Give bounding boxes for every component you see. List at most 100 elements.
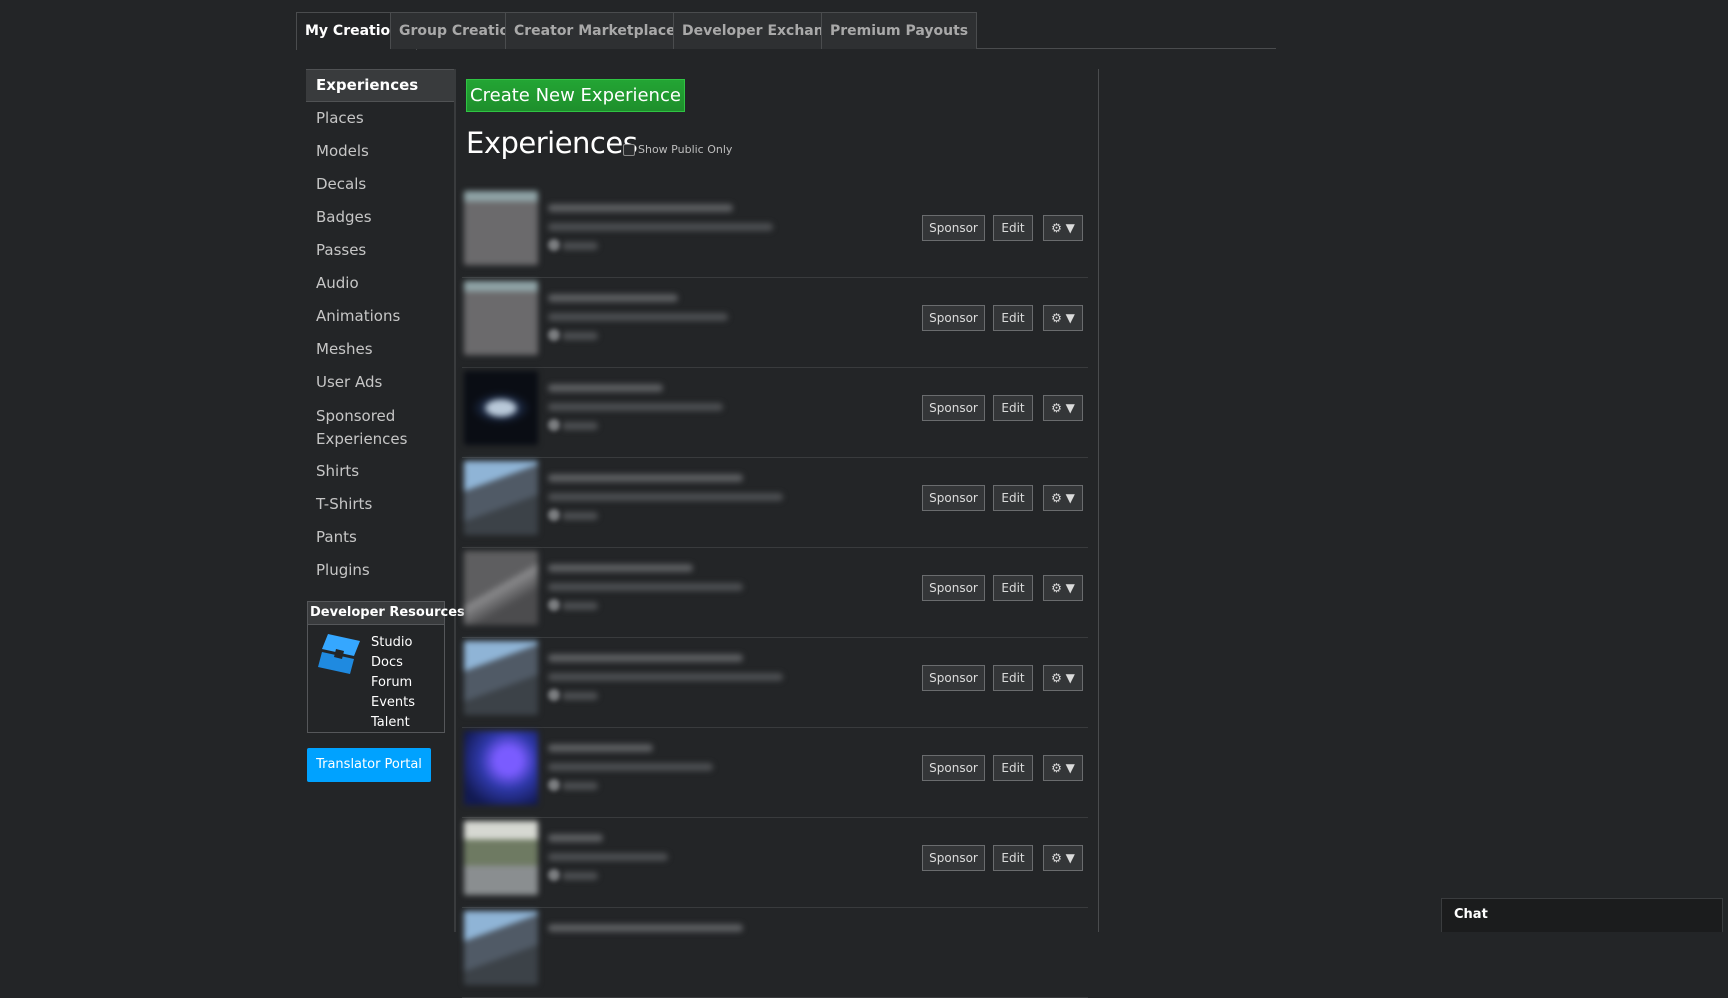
experience-row: Sponsor Edit ⚙ ▼ xyxy=(462,278,1088,368)
experience-start-place xyxy=(548,493,783,501)
experience-name[interactable] xyxy=(548,924,743,932)
gear-dropdown-icon[interactable]: ⚙ ▼ xyxy=(1043,845,1083,871)
gear-dropdown-icon[interactable]: ⚙ ▼ xyxy=(1043,215,1083,241)
edit-button[interactable]: Edit xyxy=(993,485,1033,511)
edit-button[interactable]: Edit xyxy=(993,665,1033,691)
sidebar-item-models[interactable]: Models xyxy=(306,135,456,168)
experience-name[interactable] xyxy=(548,654,743,662)
sidebar-item-pants[interactable]: Pants xyxy=(306,521,456,554)
experience-name[interactable] xyxy=(548,294,678,302)
sponsor-button[interactable]: Sponsor xyxy=(922,395,985,421)
sponsor-button[interactable]: Sponsor xyxy=(922,305,985,331)
privacy-status xyxy=(562,512,598,520)
sidebar-item-shirts[interactable]: Shirts xyxy=(306,455,456,488)
experience-thumbnail[interactable] xyxy=(464,641,538,715)
experience-row xyxy=(462,908,1088,998)
edit-button[interactable]: Edit xyxy=(993,755,1033,781)
page-title: Experiences xyxy=(466,126,638,160)
gear-dropdown-icon[interactable]: ⚙ ▼ xyxy=(1043,755,1083,781)
privacy-icon xyxy=(548,689,560,701)
experience-row: Sponsor Edit ⚙ ▼ xyxy=(462,458,1088,548)
experience-list: Sponsor Edit ⚙ ▼ Sponsor Edit ⚙ ▼ Sponso… xyxy=(462,188,1088,998)
translator-portal-button[interactable]: Translator Portal xyxy=(307,748,431,782)
developer-resources-title: Developer Resources xyxy=(308,602,465,625)
experience-thumbnail[interactable] xyxy=(464,911,538,985)
experience-thumbnail[interactable] xyxy=(464,731,538,805)
experience-name[interactable] xyxy=(548,384,663,392)
sidebar-item-passes[interactable]: Passes xyxy=(306,234,456,267)
edit-button[interactable]: Edit xyxy=(993,305,1033,331)
sidebar-item-decals[interactable]: Decals xyxy=(306,168,456,201)
sidebar-item-user-ads[interactable]: User Ads xyxy=(306,366,456,399)
experience-row: Sponsor Edit ⚙ ▼ xyxy=(462,728,1088,818)
gear-dropdown-icon[interactable]: ⚙ ▼ xyxy=(1043,305,1083,331)
experience-thumbnail[interactable] xyxy=(464,371,538,445)
edit-button[interactable]: Edit xyxy=(993,845,1033,871)
experience-row: Sponsor Edit ⚙ ▼ xyxy=(462,638,1088,728)
experience-start-place xyxy=(548,403,723,411)
experience-start-place xyxy=(548,223,773,231)
tab-premium-payouts[interactable]: Premium Payouts xyxy=(821,12,978,49)
developer-resources-links: Studio Docs Forum Events Talent xyxy=(371,633,415,733)
sidebar-item-badges[interactable]: Badges xyxy=(306,201,456,234)
sidebar-item-audio[interactable]: Audio xyxy=(306,267,456,300)
experience-name[interactable] xyxy=(548,204,733,212)
edit-button[interactable]: Edit xyxy=(993,575,1033,601)
sidebar-item-sponsored-experiences[interactable]: Sponsored Experiences xyxy=(306,399,456,455)
sponsor-button[interactable]: Sponsor xyxy=(922,485,985,511)
sidebar-item-experiences[interactable]: Experiences xyxy=(306,69,456,102)
experience-name[interactable] xyxy=(548,744,653,752)
experience-name[interactable] xyxy=(548,834,603,842)
sidebar-item-plugins[interactable]: Plugins xyxy=(306,554,456,587)
experience-thumbnail[interactable] xyxy=(464,461,538,535)
experience-row: Sponsor Edit ⚙ ▼ xyxy=(462,368,1088,458)
developer-resources-panel: Developer Resources Studio Docs Forum Ev… xyxy=(307,601,465,733)
privacy-icon xyxy=(548,239,560,251)
sponsor-button[interactable]: Sponsor xyxy=(922,755,985,781)
experience-thumbnail[interactable] xyxy=(464,191,538,265)
experience-thumbnail[interactable] xyxy=(464,281,538,355)
edit-button[interactable]: Edit xyxy=(993,395,1033,421)
sponsor-button[interactable]: Sponsor xyxy=(922,845,985,871)
privacy-icon xyxy=(548,599,560,611)
privacy-icon xyxy=(548,419,560,431)
experience-thumbnail[interactable] xyxy=(464,551,538,625)
dev-link-talent[interactable]: Talent xyxy=(371,713,415,733)
sponsor-button[interactable]: Sponsor xyxy=(922,215,985,241)
show-public-only-label[interactable]: Show Public Only xyxy=(638,143,732,156)
sidebar-item-animations[interactable]: Animations xyxy=(306,300,456,333)
creator-tabs: My Creations Group Creations Creator Mar… xyxy=(296,12,1276,50)
content-divider xyxy=(1098,69,1099,932)
dev-link-studio[interactable]: Studio xyxy=(371,633,415,653)
experience-start-place xyxy=(548,313,728,321)
sidebar-item-places[interactable]: Places xyxy=(306,102,456,135)
create-new-experience-button[interactable]: Create New Experience xyxy=(466,79,685,112)
experience-start-place xyxy=(548,673,783,681)
dev-link-forum[interactable]: Forum xyxy=(371,673,415,693)
sidebar-item-t-shirts[interactable]: T-Shirts xyxy=(306,488,456,521)
experience-row: Sponsor Edit ⚙ ▼ xyxy=(462,818,1088,908)
gear-dropdown-icon[interactable]: ⚙ ▼ xyxy=(1043,395,1083,421)
dev-link-events[interactable]: Events xyxy=(371,693,415,713)
experience-name[interactable] xyxy=(548,474,743,482)
gear-dropdown-icon[interactable]: ⚙ ▼ xyxy=(1043,665,1083,691)
sponsor-button[interactable]: Sponsor xyxy=(922,665,985,691)
experience-row: Sponsor Edit ⚙ ▼ xyxy=(462,188,1088,278)
dev-link-docs[interactable]: Docs xyxy=(371,653,415,673)
sidebar-nav: Experiences Places Models Decals Badges … xyxy=(306,69,456,587)
experience-thumbnail[interactable] xyxy=(464,821,538,895)
chat-bar[interactable]: Chat xyxy=(1441,898,1723,932)
experience-start-place xyxy=(548,763,713,771)
show-public-only-checkbox[interactable] xyxy=(623,143,635,156)
gear-dropdown-icon[interactable]: ⚙ ▼ xyxy=(1043,575,1083,601)
roblox-studio-icon xyxy=(318,634,360,674)
privacy-icon xyxy=(548,869,560,881)
experience-name[interactable] xyxy=(548,564,693,572)
sponsor-button[interactable]: Sponsor xyxy=(922,575,985,601)
gear-dropdown-icon[interactable]: ⚙ ▼ xyxy=(1043,485,1083,511)
privacy-status xyxy=(562,242,598,250)
edit-button[interactable]: Edit xyxy=(993,215,1033,241)
privacy-icon xyxy=(548,329,560,341)
tab-creator-marketplace[interactable]: Creator Marketplace xyxy=(505,12,685,49)
sidebar-item-meshes[interactable]: Meshes xyxy=(306,333,456,366)
